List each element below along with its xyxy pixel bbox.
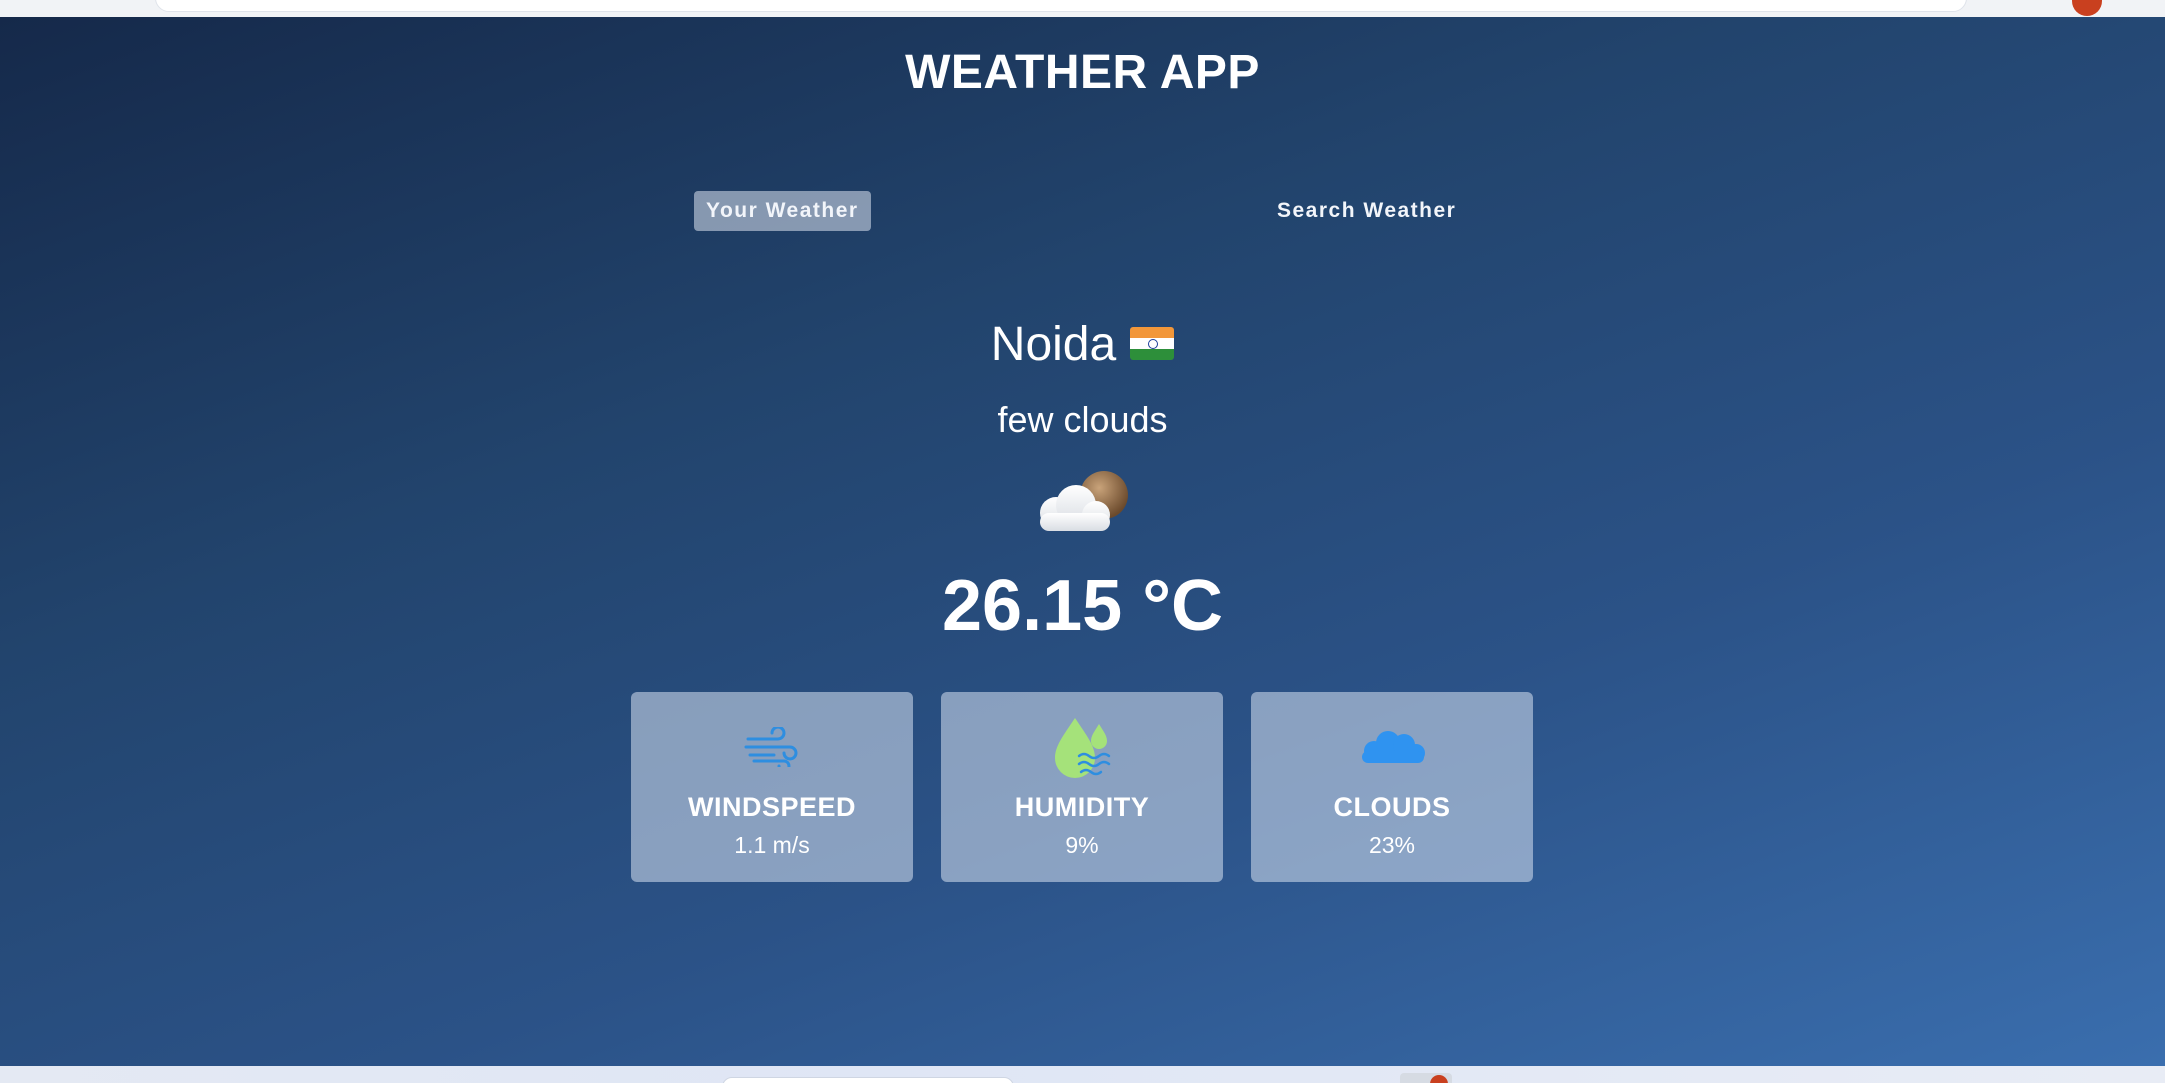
humidity-value: 9% (1065, 832, 1099, 858)
clouds-label: CLOUDS (1333, 792, 1451, 822)
taskbar (0, 1066, 2165, 1083)
city-name: Noida (990, 318, 1117, 371)
tab-bar: Your Weather Search Weather (0, 191, 2165, 231)
humidity-label: HUMIDITY (1014, 792, 1150, 822)
clouds-value: 23% (1368, 832, 1416, 858)
tab-your-weather[interactable]: Your Weather (694, 191, 871, 231)
few-clouds-icon (1040, 471, 1128, 531)
windspeed-value: 1.1 m/s (734, 832, 810, 858)
weather-description: few clouds (997, 399, 1168, 440)
taskbar-search-box[interactable] (722, 1077, 1014, 1083)
india-flag-icon (1130, 326, 1175, 360)
browser-address-bar[interactable] (155, 0, 1967, 12)
temperature: 26.15 °C (942, 566, 1223, 646)
wind-icon (744, 727, 798, 767)
app-title: WEATHER APP (905, 46, 1260, 99)
humidity-icon (1055, 718, 1111, 778)
tab-search-weather[interactable]: Search Weather (1265, 191, 1468, 231)
weather-app: WEATHER APP Your Weather Search Weather … (0, 17, 2165, 1066)
clouds-card: CLOUDS 23% (1251, 692, 1533, 882)
cloud-icon (1362, 731, 1425, 763)
windspeed-label: WINDSPEED (687, 792, 857, 822)
humidity-card: HUMIDITY 9% (941, 692, 1223, 882)
windspeed-card: WINDSPEED 1.1 m/s (631, 692, 913, 882)
stats-cards: WINDSPEED 1.1 m/s HUMIDITY 9% CLOUDS 23% (0, 692, 2165, 882)
city-heading: Noida (0, 317, 2165, 372)
